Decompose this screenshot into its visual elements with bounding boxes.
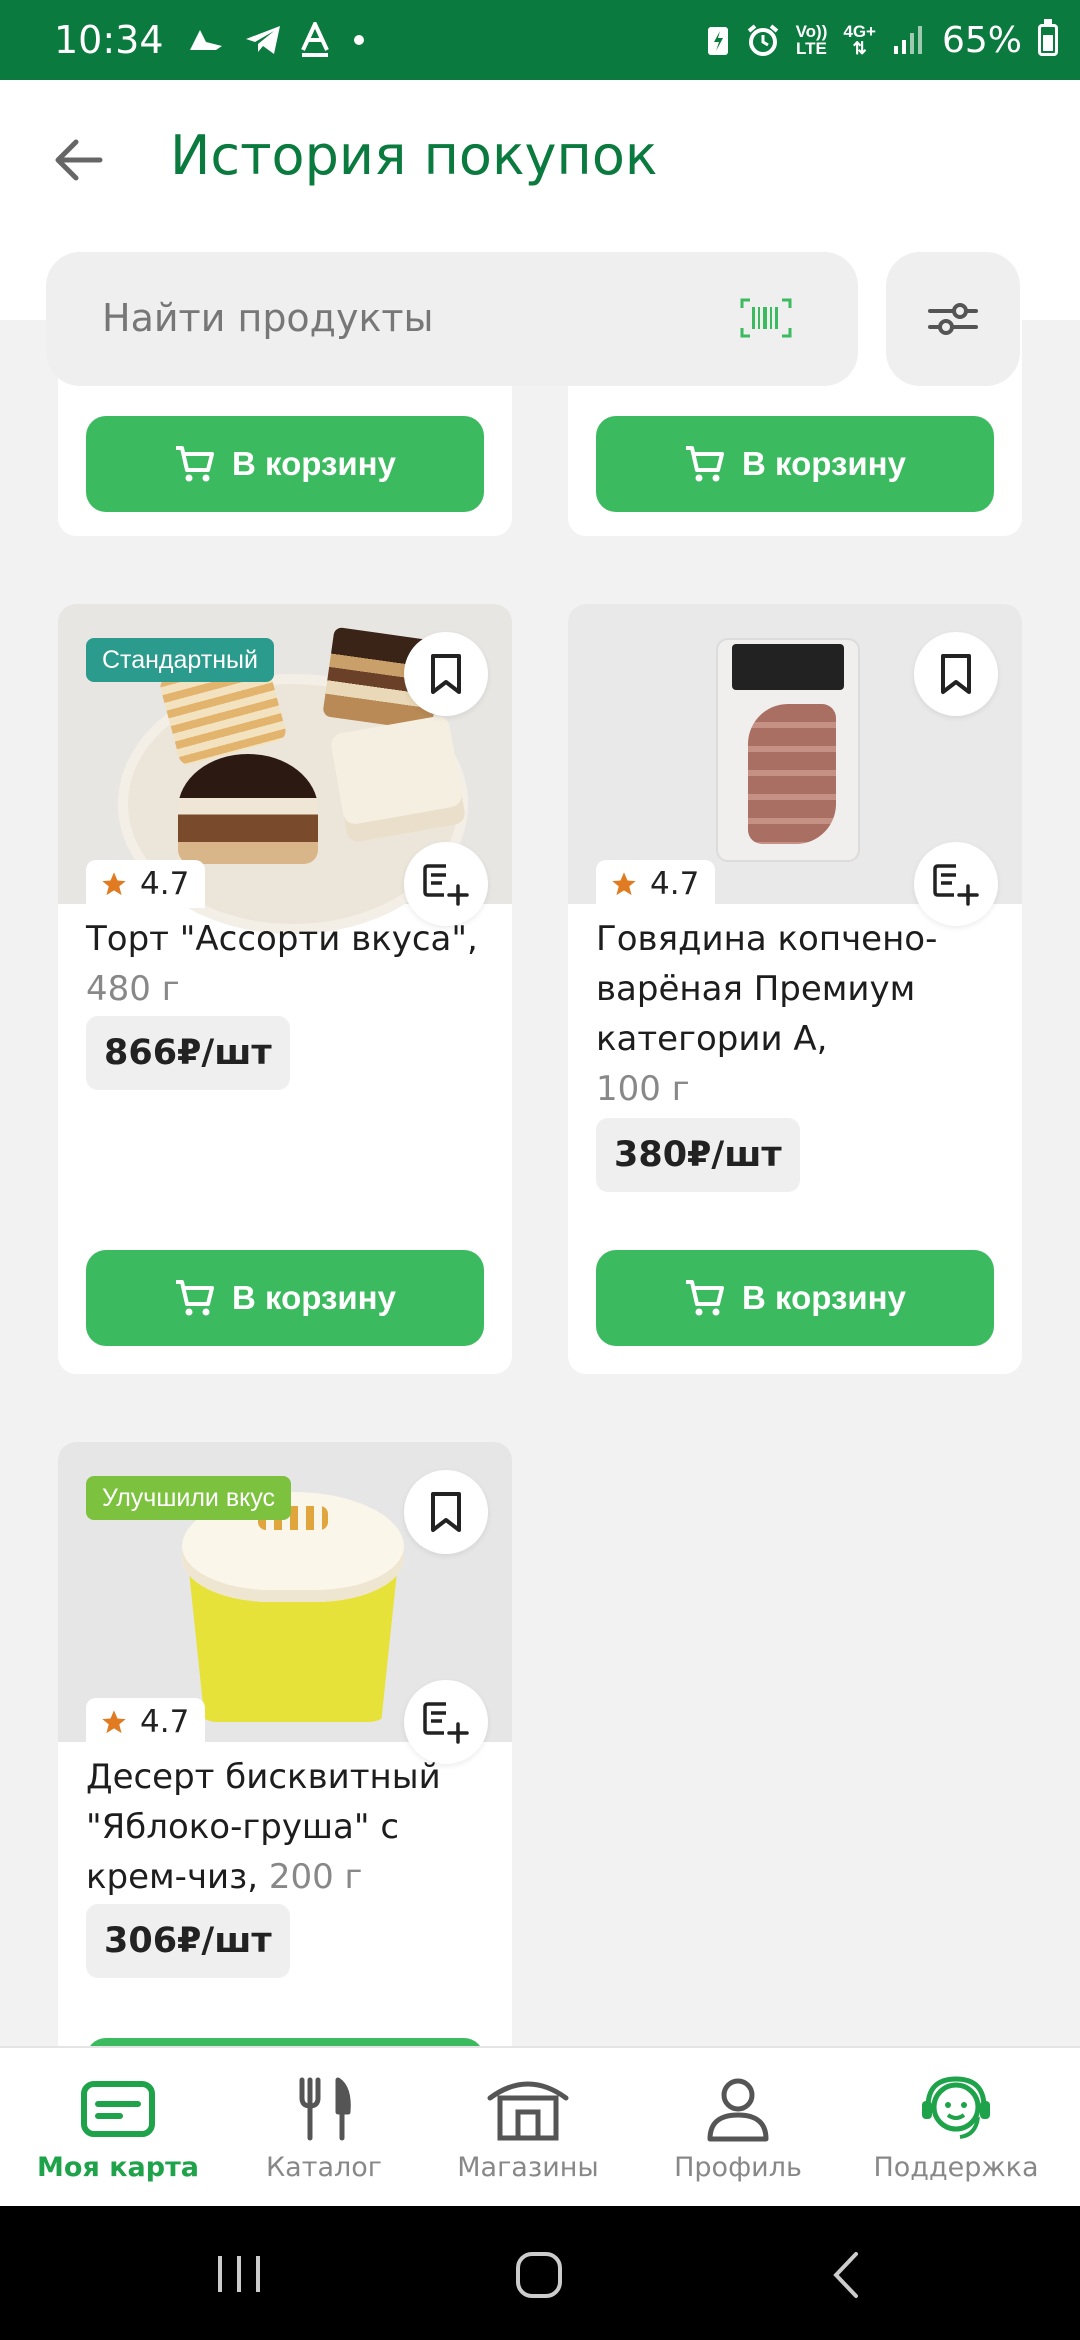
rating-value: 4.7 xyxy=(140,866,190,902)
support-icon xyxy=(922,2076,990,2139)
bookmark-icon xyxy=(431,654,461,694)
battery-percent: 65% xyxy=(941,19,1022,61)
battery-saver-icon xyxy=(707,27,728,55)
nav-catalog[interactable]: Каталог xyxy=(216,2048,432,2208)
star-icon xyxy=(612,872,636,896)
product-card[interactable]: Улучшили вкус 4.7 Десерт бисквитный "Ябл… xyxy=(58,1442,512,2142)
bookmark-button[interactable] xyxy=(404,1470,488,1554)
network-gen-label: 4G+ xyxy=(843,22,876,41)
product-price: 866₽/шт xyxy=(86,1016,290,1090)
back-button[interactable] xyxy=(48,130,108,190)
swoosh-icon xyxy=(189,30,222,50)
nav-label: Профиль xyxy=(674,2152,802,2183)
status-bar: 10:34 Vo)) LTE 4G+ ⇅ 65% xyxy=(0,0,1080,80)
notification-icons xyxy=(186,22,364,58)
product-price: 380₽/шт xyxy=(596,1118,800,1192)
nav-label: Моя карта xyxy=(37,2152,199,2183)
card-icon xyxy=(81,2081,155,2137)
search-input[interactable]: Найти продукты xyxy=(46,252,858,386)
rating-badge: 4.7 xyxy=(86,1698,206,1746)
list-add-icon xyxy=(423,864,469,906)
nav-profile[interactable]: Профиль xyxy=(630,2048,846,2208)
profile-icon xyxy=(707,2078,769,2142)
system-icons: Vo)) LTE 4G+ ⇅ 65% xyxy=(706,19,1058,61)
add-to-cart-button[interactable]: В корзину xyxy=(596,416,994,512)
nav-support[interactable]: Поддержка xyxy=(848,2048,1064,2208)
nav-label: Поддержка xyxy=(873,2152,1039,2183)
product-title: Говядина копчено-варёная Премиум категор… xyxy=(596,919,938,1059)
nav-stores[interactable]: Магазины xyxy=(420,2048,636,2208)
telegram-icon xyxy=(245,26,280,54)
dot-icon xyxy=(353,35,364,45)
cart-icon xyxy=(686,1280,725,1316)
volte-label: Vo)) xyxy=(795,22,828,41)
product-title: Торт "Ассорти вкуса", xyxy=(86,919,478,959)
add-to-cart-label: В корзину xyxy=(742,1279,906,1316)
volte-indicator: Vo)) LTE xyxy=(796,23,828,57)
recent-apps-icon[interactable] xyxy=(214,2252,264,2296)
nav-label: Каталог xyxy=(266,2152,382,2183)
network-type: 4G+ ⇅ xyxy=(843,23,876,57)
beef-slices xyxy=(748,704,836,844)
rating-value: 4.7 xyxy=(140,1704,190,1740)
add-to-cart-button[interactable]: В корзину xyxy=(596,1250,994,1346)
app-header: История покупок Найти продукты xyxy=(0,80,1080,386)
bookmark-button[interactable] xyxy=(914,632,998,716)
filter-button[interactable] xyxy=(886,252,1020,386)
list-add-icon xyxy=(423,1702,469,1744)
data-arrows-icon: ⇅ xyxy=(852,39,867,58)
search-placeholder: Найти продукты xyxy=(102,296,434,340)
rating-badge: 4.7 xyxy=(596,860,716,908)
add-to-cart-label: В корзину xyxy=(232,1279,396,1316)
nav-my-card[interactable]: Моя карта xyxy=(10,2048,226,2208)
fork-knife-icon xyxy=(299,2077,351,2141)
status-time: 10:34 xyxy=(54,18,164,62)
font-a-icon xyxy=(300,22,329,57)
cart-icon xyxy=(686,446,725,482)
store-icon xyxy=(487,2081,569,2141)
bookmark-icon xyxy=(431,1492,461,1532)
product-price: 306₽/шт xyxy=(86,1904,290,1978)
cart-icon xyxy=(176,446,215,482)
star-icon xyxy=(102,1710,126,1734)
battery-icon xyxy=(1038,19,1058,56)
package-label xyxy=(732,644,844,690)
nav-label: Магазины xyxy=(457,2152,599,2183)
arrow-left-icon xyxy=(55,139,103,181)
filter-sliders-icon xyxy=(928,303,978,335)
barcode-scan-icon[interactable] xyxy=(740,298,792,338)
add-to-cart-button[interactable]: В корзину xyxy=(86,416,484,512)
product-name[interactable]: Торт "Ассорти вкуса", 480 г xyxy=(86,914,506,1014)
product-weight: 200 г xyxy=(268,1857,363,1897)
bookmark-button[interactable] xyxy=(404,632,488,716)
product-card[interactable]: Стандартный 4.7 Торт "Ассорти вкуса", 48… xyxy=(58,604,512,1374)
add-to-cart-button[interactable]: В корзину xyxy=(86,1250,484,1346)
lte-label: LTE xyxy=(796,39,827,58)
alarm-icon xyxy=(747,24,778,56)
signal-icon xyxy=(893,26,922,54)
system-navigation-bar xyxy=(0,2206,1080,2340)
rating-badge: 4.7 xyxy=(86,860,206,908)
product-weight: 100 г xyxy=(596,1069,690,1109)
product-badge: Стандартный xyxy=(86,638,274,682)
home-icon[interactable] xyxy=(514,2250,564,2300)
cake-slice-truffle xyxy=(178,754,318,864)
product-name[interactable]: Десерт бисквитный "Яблоко-груша" с крем-… xyxy=(86,1752,506,1902)
product-badge: Улучшили вкус xyxy=(86,1476,292,1520)
list-add-icon xyxy=(933,864,979,906)
product-name[interactable]: Говядина копчено-варёная Премиум категор… xyxy=(596,914,1016,1114)
cart-icon xyxy=(176,1280,215,1316)
bookmark-icon xyxy=(941,654,971,694)
product-title: Десерт бисквитный "Яблоко-груша" с крем-… xyxy=(86,1757,441,1897)
product-card[interactable]: 4.7 Говядина копчено-варёная Премиум кат… xyxy=(568,604,1022,1374)
add-to-cart-label: В корзину xyxy=(742,445,906,482)
rating-value: 4.7 xyxy=(650,866,700,902)
back-nav-icon[interactable] xyxy=(826,2250,866,2300)
cake-slice-cream xyxy=(329,714,467,844)
page-title: История покупок xyxy=(170,124,658,187)
product-weight: 480 г xyxy=(86,969,180,1009)
bottom-navigation: Моя карта Каталог Магазины Профиль Подде… xyxy=(0,2046,1080,2206)
star-icon xyxy=(102,872,126,896)
add-to-cart-label: В корзину xyxy=(232,445,396,482)
